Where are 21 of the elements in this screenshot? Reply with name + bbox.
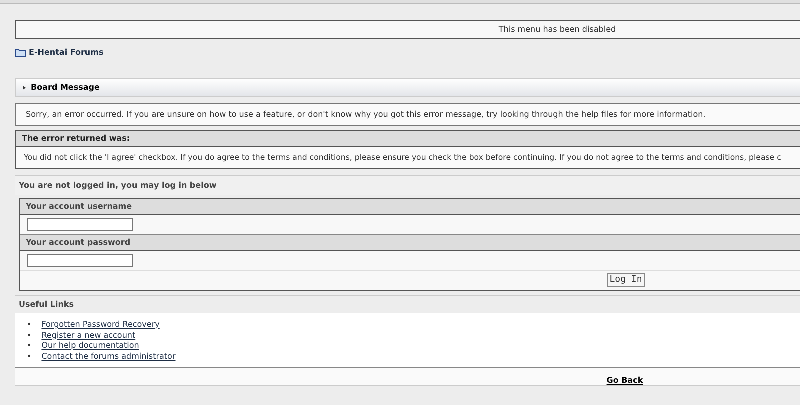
forum-link[interactable]: E-Hentai Forums	[29, 48, 104, 56]
bullet: •	[27, 330, 32, 341]
help-link[interactable]: Contact the forums administrator	[42, 352, 176, 362]
menu-notice: This menu has been disabled	[498, 25, 616, 34]
bullet: •	[27, 352, 32, 362]
password-field[interactable]	[27, 254, 133, 267]
help-link[interactable]: Register a new account	[42, 330, 136, 341]
username-field[interactable]	[27, 218, 133, 231]
board-message-text: Sorry, an error occurred. If you are unsure on how to use a feature, or don't know why you got this error message, try looking through the help files for more information.	[26, 110, 706, 119]
arrow-icon	[23, 86, 26, 90]
password-label: Your account password	[20, 235, 800, 251]
folder-icon	[15, 48, 26, 56]
help-link[interactable]: Forgotten Password Recovery	[42, 320, 160, 330]
bullet: •	[27, 320, 32, 330]
bullet: •	[27, 341, 32, 352]
help-link[interactable]: Our help documentation	[42, 341, 140, 352]
board-message-title: Board Message	[31, 83, 100, 92]
username-label: Your account username	[20, 199, 800, 215]
login-button[interactable]: Log In	[606, 273, 646, 287]
go-back-link[interactable]: Go Back	[606, 376, 644, 385]
error-title: The error returned was:	[16, 131, 800, 147]
